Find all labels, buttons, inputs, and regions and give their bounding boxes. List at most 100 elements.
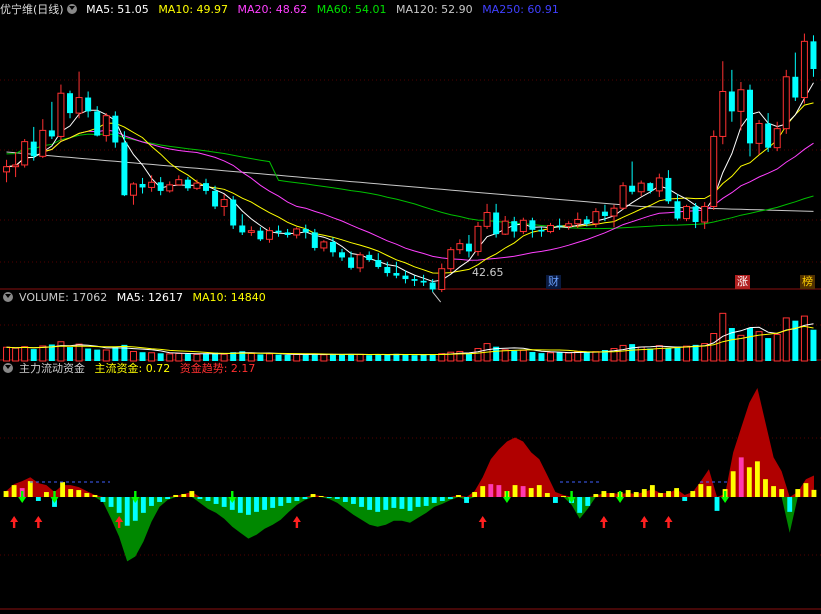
volume-bar-up bbox=[39, 345, 47, 362]
volume-bar-up bbox=[501, 349, 509, 362]
chart-canvas[interactable] bbox=[0, 0, 821, 614]
volume-bar-up bbox=[193, 353, 201, 362]
fund-bar bbox=[391, 497, 397, 508]
volume-bar-up bbox=[265, 353, 273, 362]
candle-down bbox=[329, 241, 336, 253]
fund-bar bbox=[544, 493, 550, 497]
volume-bar-down bbox=[375, 354, 382, 361]
volume-bar-down bbox=[402, 354, 409, 361]
candle-down bbox=[728, 91, 735, 112]
candle-down bbox=[629, 185, 636, 192]
ma10-legend: MA10: 49.97 bbox=[158, 3, 229, 16]
candle-down bbox=[112, 115, 119, 143]
candle-down bbox=[203, 183, 209, 191]
candle-up bbox=[701, 205, 709, 223]
finance-marker[interactable]: 财 bbox=[546, 275, 561, 289]
volume-bar-down bbox=[139, 352, 146, 361]
fund-bar bbox=[609, 493, 615, 497]
fund-panel bbox=[3, 388, 817, 562]
volume-bar-down bbox=[529, 352, 536, 361]
candle-up bbox=[501, 220, 509, 235]
settings-dropdown-icon[interactable] bbox=[66, 4, 77, 14]
fund-bar bbox=[359, 497, 364, 507]
candle-down bbox=[302, 228, 309, 233]
candle-up bbox=[592, 211, 600, 225]
candle-down bbox=[121, 142, 128, 196]
up-arrow-icon bbox=[664, 516, 673, 528]
candle-down bbox=[275, 230, 282, 233]
fund-bar bbox=[585, 497, 591, 506]
ranking-marker[interactable]: 榜 bbox=[800, 275, 815, 289]
fund-bar bbox=[682, 497, 688, 501]
volume-bar-down bbox=[329, 354, 336, 361]
fund-bar bbox=[399, 497, 405, 509]
candle-up bbox=[12, 164, 20, 168]
candle-down bbox=[647, 183, 654, 191]
candle-down bbox=[538, 229, 545, 232]
fund-bar bbox=[310, 494, 316, 497]
volume-bar-down bbox=[765, 338, 772, 361]
volume-ma10-line bbox=[6, 325, 814, 356]
fund-bar bbox=[84, 493, 90, 497]
volume-dropdown-icon[interactable] bbox=[3, 292, 13, 302]
fund-bar bbox=[27, 481, 33, 497]
candle-up bbox=[75, 97, 83, 114]
fund-bar bbox=[221, 497, 227, 507]
candle-down bbox=[583, 219, 590, 224]
fund-bar bbox=[149, 497, 154, 506]
candle-down bbox=[48, 130, 55, 137]
volume-bar-up bbox=[220, 353, 228, 362]
candle-up bbox=[565, 223, 573, 227]
fund-bar bbox=[698, 484, 704, 497]
volume-bar-down bbox=[67, 347, 73, 361]
fund-bar bbox=[326, 497, 332, 498]
fund-bar bbox=[116, 497, 122, 513]
candle-down bbox=[94, 111, 101, 136]
volume-bar-up bbox=[519, 349, 527, 362]
fund-bar bbox=[480, 486, 486, 497]
fund-bar bbox=[351, 497, 356, 504]
volume-bar-up bbox=[175, 352, 183, 362]
fund-bar bbox=[730, 471, 736, 497]
fund-bar bbox=[262, 497, 267, 510]
fund-bar bbox=[173, 495, 179, 497]
volume-bar-up bbox=[474, 348, 482, 362]
low-price-leader bbox=[432, 291, 442, 303]
down-arrow-icon bbox=[616, 491, 625, 503]
fund-bar bbox=[787, 497, 793, 512]
volume-bar-up bbox=[320, 354, 328, 362]
fund-bar bbox=[3, 491, 9, 497]
fund-dropdown-icon[interactable] bbox=[3, 363, 13, 373]
fund-bar bbox=[649, 485, 655, 497]
fund-bar bbox=[593, 494, 599, 497]
volume-bar-up bbox=[782, 317, 790, 362]
volume-bar-up bbox=[710, 333, 718, 362]
stock-chart-window[interactable]: 优宁维(日线) MA5: 51.05 MA10: 49.97 MA20: 48.… bbox=[0, 0, 821, 614]
ma20-legend: MA20: 48.62 bbox=[237, 3, 308, 16]
volume-bar-up bbox=[148, 352, 156, 362]
volume-bar-up bbox=[619, 344, 627, 362]
fund-bar bbox=[60, 482, 66, 497]
volume-bar-up bbox=[592, 351, 600, 362]
candle-down bbox=[765, 123, 772, 148]
fund-bar bbox=[205, 497, 211, 501]
candle-down bbox=[366, 254, 373, 261]
candle-down bbox=[184, 179, 191, 189]
candle-down bbox=[674, 201, 681, 219]
candle-up bbox=[102, 115, 110, 137]
fund-bar bbox=[213, 497, 219, 504]
volume-bar-up bbox=[356, 353, 364, 362]
candle-down bbox=[239, 225, 246, 233]
volume-bar-up bbox=[565, 352, 573, 362]
limit-up-marker[interactable]: 涨 bbox=[735, 275, 750, 289]
fund-bar bbox=[76, 490, 82, 497]
fund-bar bbox=[553, 497, 558, 503]
volume-bar-down bbox=[810, 329, 817, 361]
candle-up bbox=[129, 183, 137, 196]
candle-up bbox=[782, 76, 790, 130]
volume-bar-down bbox=[184, 354, 191, 361]
fund-bar bbox=[415, 497, 421, 507]
candle-down bbox=[429, 282, 436, 290]
fund-bar bbox=[100, 497, 106, 502]
fund-trend-value: 资金趋势: 2.17 bbox=[179, 362, 256, 375]
